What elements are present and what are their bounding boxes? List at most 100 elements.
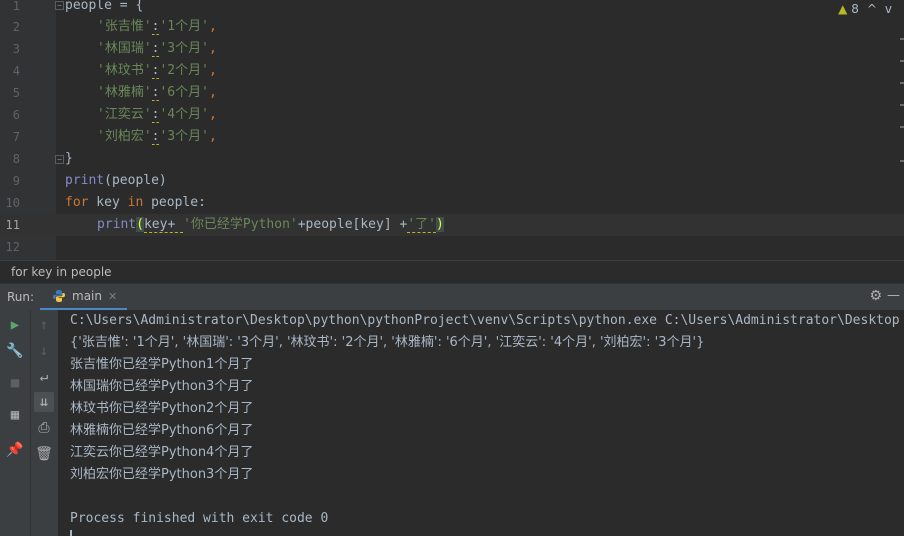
keyword-for: for <box>65 195 89 210</box>
line-number: 3 <box>12 42 20 56</box>
code-line-10[interactable]: 10 for key in people: <box>0 192 904 214</box>
dict-comma: , <box>208 19 217 34</box>
line-number: 9 <box>12 174 20 188</box>
breadcrumb[interactable]: for key in people <box>0 260 904 282</box>
dict-comma: , <box>208 129 217 144</box>
code-text: people: <box>143 195 206 210</box>
scroll-marker[interactable] <box>900 126 904 128</box>
line-number: 8 <box>12 152 20 166</box>
warning-icon: ▲ <box>838 2 848 16</box>
next-warning-button[interactable]: v <box>885 2 892 16</box>
dict-value: '6个月' <box>159 85 209 100</box>
code-text: (people) <box>104 173 167 188</box>
scroll-marker[interactable] <box>900 60 904 62</box>
line-number: 2 <box>12 20 20 34</box>
keyword-in: in <box>127 195 144 210</box>
code-line-11[interactable]: 11 print(key+ '你已经学Python'+people[key] +… <box>0 214 904 236</box>
dict-key: '林玟书' <box>97 63 152 78</box>
code-text: people = { <box>65 0 144 13</box>
fold-icon[interactable]: − <box>55 155 64 164</box>
console-exit-line: Process finished with exit code 0 <box>70 511 329 526</box>
print-icon[interactable]: ⎙ <box>34 418 54 438</box>
tab-label: main <box>72 289 102 303</box>
string-literal: '了' <box>407 217 436 233</box>
console-output-line: 林雅楠你已经学Python6个月了 <box>70 423 254 438</box>
dict-comma: , <box>208 85 217 100</box>
tab-main[interactable]: main ✕ <box>40 284 128 311</box>
fold-icon[interactable]: − <box>55 1 64 10</box>
warning-count: 8 <box>851 2 859 16</box>
gear-icon[interactable]: ⚙ <box>869 288 882 304</box>
console-output-line: 张吉惟你已经学Python1个月了 <box>70 357 254 372</box>
code-text: +people[key] + <box>297 217 408 232</box>
code-line-6[interactable]: 6 '江奕云':'4个月', <box>0 104 904 126</box>
code-line-8[interactable]: 8 − } <box>0 148 904 170</box>
line-number: 6 <box>12 108 20 122</box>
console-output-line: 林玟书你已经学Python2个月了 <box>70 401 254 416</box>
code-line-9[interactable]: 9 print(people) <box>0 170 904 192</box>
line-number: 12 <box>5 240 20 254</box>
run-label: Run: <box>7 290 35 304</box>
scroll-marker[interactable] <box>900 104 904 106</box>
run-panel-header: Run: main ✕ ⚙ — <box>0 283 904 311</box>
dict-key: '林国瑞' <box>97 41 152 56</box>
dict-key: '江奕云' <box>97 107 152 122</box>
console-output[interactable]: C:\Users\Administrator\Desktop\python\py… <box>58 310 904 536</box>
trash-icon[interactable]: 🗑 <box>34 444 54 464</box>
line-number: 4 <box>12 64 20 78</box>
console-output-line: 江奕云你已经学Python4个月了 <box>70 445 254 460</box>
minimize-icon[interactable]: — <box>887 288 900 303</box>
inspection-widget[interactable]: ▲ 8 ^ v <box>838 2 892 16</box>
dict-comma: , <box>208 41 217 56</box>
line-number: 10 <box>5 196 20 210</box>
code-text: key+ <box>143 217 184 233</box>
code-line-5[interactable]: 5 '林雅楠':'6个月', <box>0 82 904 104</box>
run-icon[interactable]: ▶ <box>5 315 25 335</box>
dict-value: '4个月' <box>159 107 209 122</box>
dict-key: '刘柏宏' <box>97 129 152 144</box>
layout-icon[interactable]: ▦ <box>5 405 25 425</box>
pin-icon[interactable]: 📌 <box>5 440 25 460</box>
prev-warning-button[interactable]: ^ <box>867 2 877 16</box>
dict-comma: , <box>208 63 217 78</box>
scroll-to-end-icon[interactable]: ⇊ <box>34 392 54 412</box>
python-icon <box>53 290 65 302</box>
down-arrow-icon[interactable]: ↓ <box>34 341 54 361</box>
stop-icon[interactable]: ■ <box>5 373 25 393</box>
console-command: C:\Users\Administrator\Desktop\python\py… <box>70 313 900 328</box>
string-literal: '你已经学Python' <box>183 217 298 232</box>
scroll-marker[interactable] <box>900 160 904 162</box>
dict-comma: , <box>208 107 217 122</box>
builtin-print: print <box>97 217 137 232</box>
dict-value: '3个月' <box>159 41 209 56</box>
dict-value: '3个月' <box>159 129 209 144</box>
paren-open: ( <box>136 217 144 232</box>
builtin-print: print <box>65 173 105 188</box>
code-text: } <box>65 151 73 166</box>
up-arrow-icon[interactable]: ↑ <box>34 315 54 335</box>
dict-value: '2个月' <box>159 63 209 78</box>
console-output-line: 林国瑞你已经学Python3个月了 <box>70 379 254 394</box>
soft-wrap-icon[interactable]: ↵ <box>34 367 54 387</box>
scroll-marker[interactable] <box>900 38 904 40</box>
dict-key: '林雅楠' <box>97 85 152 100</box>
line-number: 1 <box>12 0 20 13</box>
code-line-12[interactable]: 12 <box>0 236 904 258</box>
dict-key: '张吉惟' <box>97 19 152 34</box>
code-line-2[interactable]: 2 '张吉惟':'1个月', <box>0 16 904 38</box>
code-line-7[interactable]: 7 '刘柏宏':'3个月', <box>0 126 904 148</box>
paren-close: ) <box>435 217 444 232</box>
run-toolbar-secondary: ↑ ↓ ↵ ⇊ ⎙ 🗑 <box>31 310 59 536</box>
code-editor[interactable]: 1 − people = { 2 '张吉惟':'1个月', 3 '林国瑞':'3… <box>0 0 904 260</box>
console-cursor <box>70 530 72 536</box>
line-number: 11 <box>5 218 20 232</box>
code-line-3[interactable]: 3 '林国瑞':'3个月', <box>0 38 904 60</box>
line-number: 7 <box>12 130 20 144</box>
console-dict-line: {'张吉惟': '1个月', '林国瑞': '3个月', '林玟书': '2个月… <box>70 335 705 350</box>
code-line-1[interactable]: 1 − people = { <box>0 0 904 17</box>
close-icon[interactable]: ✕ <box>108 290 117 303</box>
scroll-marker[interactable] <box>900 82 904 84</box>
wrench-icon[interactable]: 🔧 <box>5 341 25 361</box>
code-line-4[interactable]: 4 '林玟书':'2个月', <box>0 60 904 82</box>
code-text: key <box>88 195 128 210</box>
